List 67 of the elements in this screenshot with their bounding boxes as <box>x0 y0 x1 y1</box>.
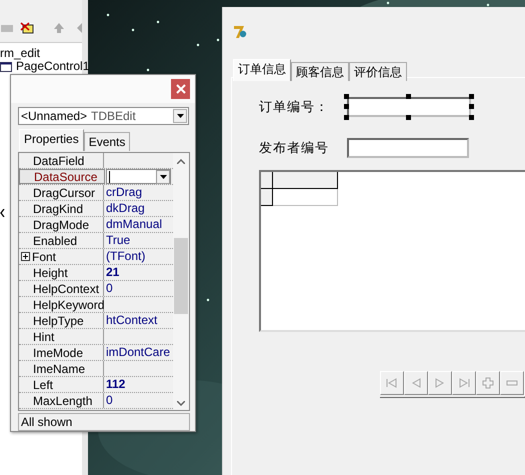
property-value[interactable]: crDrag <box>104 185 142 200</box>
property-name[interactable]: Enabled <box>19 233 104 248</box>
navigator-button[interactable] <box>428 371 452 395</box>
property-value[interactable]: 0 <box>104 393 113 408</box>
last-icon <box>457 376 471 390</box>
input-field[interactable] <box>347 138 469 158</box>
property-name[interactable]: DragCursor <box>19 185 104 200</box>
property-name[interactable]: HelpKeyword <box>19 297 104 312</box>
scroll-up-icon[interactable] <box>177 159 186 164</box>
tree-item[interactable]: rm_edit <box>0 46 40 60</box>
navigator-button[interactable] <box>452 371 476 395</box>
navigator-button[interactable] <box>380 371 404 395</box>
property-name[interactable]: DragMode <box>19 217 104 232</box>
grid-indicator-cell <box>261 189 273 206</box>
field-label: 发布者编号 <box>259 140 330 157</box>
dropdown-icon <box>176 114 184 118</box>
status-text: All shown <box>21 415 72 429</box>
tab[interactable]: Events <box>84 132 130 151</box>
close-button[interactable] <box>171 79 190 99</box>
grid-cell <box>273 189 338 206</box>
object-selector[interactable]: <Unnamed> TDBEdit <box>18 107 189 125</box>
property-value[interactable]: dkDrag <box>104 201 145 216</box>
navigator-button[interactable] <box>500 371 524 395</box>
property-value[interactable]: 21 <box>104 265 120 280</box>
tab[interactable]: Properties <box>19 129 84 151</box>
property-name[interactable]: Hint <box>19 329 104 344</box>
property-name[interactable]: HelpContext <box>19 281 104 296</box>
navigator-button[interactable] <box>404 371 428 395</box>
property-name[interactable]: MaxLength <box>19 393 104 408</box>
tab[interactable]: 评价信息 <box>349 62 407 81</box>
property-value[interactable]: (TFont) <box>104 249 146 264</box>
dropdown-icon <box>160 175 167 179</box>
first-icon <box>385 376 399 390</box>
property-value[interactable]: 112 <box>104 377 126 392</box>
property-name[interactable]: DataSource <box>19 169 105 184</box>
property-name[interactable]: Left <box>19 377 104 392</box>
up-arrow-icon[interactable] <box>52 22 66 34</box>
property-value[interactable]: imDontCare <box>104 345 170 360</box>
property-value-dropdown[interactable] <box>106 169 172 184</box>
app-icon <box>233 25 247 39</box>
property-name[interactable]: Height <box>19 265 104 280</box>
property-value[interactable]: dmManual <box>104 217 162 232</box>
field-label: 订单编号： <box>259 99 330 116</box>
property-value[interactable]: 0 <box>104 281 113 296</box>
property-name[interactable]: ImeMode <box>19 345 104 360</box>
property-value[interactable]: htContext <box>104 313 158 328</box>
scroll-down-icon[interactable] <box>177 401 186 406</box>
scroll-left-icon[interactable] <box>0 209 5 217</box>
input-field[interactable] <box>347 97 471 117</box>
expand-icon[interactable] <box>21 252 30 261</box>
navigator-button[interactable] <box>476 371 500 395</box>
tab[interactable]: 订单信息 <box>233 59 291 81</box>
scroll-thumb[interactable] <box>174 238 188 314</box>
grid-header-cell <box>273 172 338 189</box>
delete-icon[interactable] <box>20 22 34 34</box>
property-name[interactable]: DragKind <box>19 201 104 216</box>
scrollbar[interactable] <box>173 153 189 410</box>
insert-icon <box>481 376 495 390</box>
close-icon <box>176 84 186 94</box>
property-name[interactable]: HelpType <box>19 313 104 328</box>
grid-indicator-cell <box>261 172 273 189</box>
data-grid[interactable] <box>259 170 525 332</box>
property-name[interactable]: ImeName <box>19 361 104 376</box>
property-name[interactable]: DataField <box>19 153 104 168</box>
property-name[interactable]: Font <box>19 249 104 264</box>
tab[interactable]: 顾客信息 <box>291 62 349 81</box>
property-value[interactable]: True <box>104 233 130 248</box>
